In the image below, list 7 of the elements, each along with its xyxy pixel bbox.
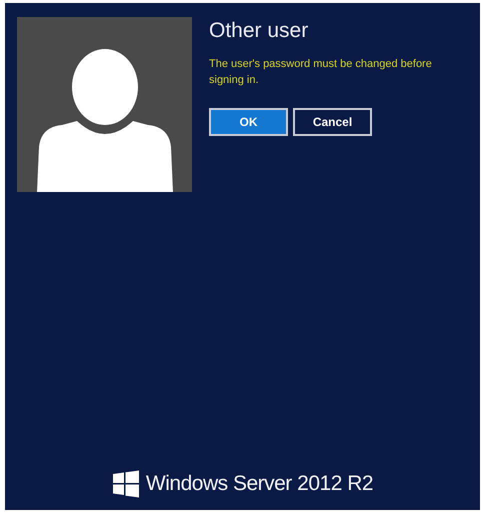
cancel-button[interactable]: Cancel (293, 108, 372, 136)
ok-button[interactable]: OK (209, 108, 288, 136)
user-avatar-icon (17, 17, 192, 192)
error-message: The user's password must be changed before signing in. (209, 57, 433, 88)
user-name: Other user (209, 18, 310, 44)
product-name: Windows Server 2012 R2 (146, 472, 374, 496)
windows-logo-icon (112, 470, 140, 498)
